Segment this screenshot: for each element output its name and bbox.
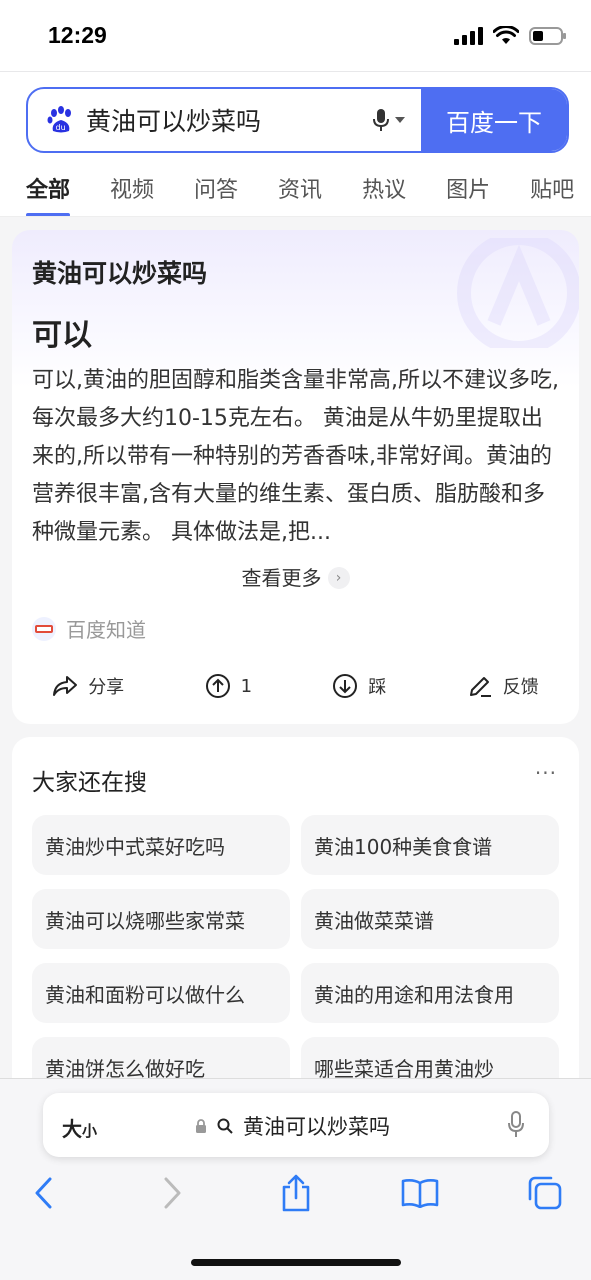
ai-answer-body: 可以,黄油的胆固醇和脂类含量非常高,所以不建议多吃,每次最多大约10-15克左右… bbox=[32, 368, 559, 545]
browser-nav bbox=[0, 1173, 591, 1223]
share-label: 分享 bbox=[88, 677, 125, 698]
ai-question: 黄油可以炒菜吗 bbox=[32, 259, 208, 288]
downvote-label: 踩 bbox=[368, 677, 387, 698]
text-size-small: 小 bbox=[82, 1122, 98, 1140]
share-button[interactable]: 分享 bbox=[52, 673, 124, 699]
feedback-button[interactable]: 反馈 bbox=[467, 673, 539, 699]
downvote-button[interactable]: 踩 bbox=[332, 673, 386, 699]
feedback-label: 反馈 bbox=[502, 677, 539, 698]
status-bar: 12:29 bbox=[0, 0, 591, 72]
address-text: 黄油可以炒菜吗 bbox=[243, 1115, 390, 1139]
tab-video[interactable]: 视频 bbox=[110, 168, 154, 216]
battery-icon bbox=[529, 27, 566, 45]
book-icon bbox=[401, 1179, 439, 1208]
status-icons bbox=[454, 26, 566, 46]
browser-toolbar: 大小 黄油可以炒菜吗 bbox=[0, 1078, 591, 1280]
tab-all[interactable]: 全部 bbox=[26, 168, 71, 216]
related-search-item[interactable]: 黄油炒中式菜好吃吗 bbox=[32, 815, 290, 875]
share-icon bbox=[282, 1174, 310, 1212]
arrow-up-circle-icon bbox=[205, 674, 230, 698]
related-search-item[interactable]: 黄油和面粉可以做什么 bbox=[32, 963, 290, 1023]
related-search-item[interactable]: 黄油的用途和用法食用 bbox=[301, 963, 559, 1023]
related-search-item[interactable]: 黄油做菜菜谱 bbox=[301, 889, 559, 949]
see-more-label: 查看更多 bbox=[241, 566, 322, 590]
baidu-zhidao-logo-icon bbox=[32, 616, 56, 641]
chevron-down-icon bbox=[395, 117, 405, 123]
tab-tieba[interactable]: 贴吧 bbox=[530, 168, 574, 216]
answer-actions: 分享 1 踩 反馈 bbox=[12, 666, 579, 706]
related-search-item[interactable]: 黄油可以烧哪些家常菜 bbox=[32, 889, 290, 949]
upvote-count: 1 bbox=[240, 675, 253, 697]
related-searches-title: 大家还在搜 bbox=[32, 770, 147, 796]
chevron-left-icon bbox=[35, 1177, 52, 1209]
ai-short-answer: 可以 bbox=[32, 318, 92, 353]
more-options-icon[interactable]: ··· bbox=[535, 761, 557, 785]
ai-watermark-icon bbox=[457, 238, 579, 348]
tabs-icon bbox=[528, 1176, 562, 1210]
baidu-paw-icon: du bbox=[47, 106, 71, 133]
result-tabs: 全部 视频 问答 资讯 热议 图片 贴吧 bbox=[0, 168, 591, 216]
search-button[interactable]: 百度一下 bbox=[421, 89, 567, 151]
ai-answer-card: 黄油可以炒菜吗 可以 可以,黄油的胆固醇和脂类含量非常高,所以不建议多吃,每次最… bbox=[12, 230, 579, 724]
lock-icon bbox=[196, 1118, 206, 1133]
share-button[interactable] bbox=[276, 1173, 316, 1213]
related-searches-card: 大家还在搜 ··· 黄油炒中式菜好吃吗 黄油100种美食食谱 黄油可以烧哪些家常… bbox=[12, 737, 579, 1137]
microphone-icon[interactable] bbox=[507, 1111, 525, 1139]
back-button[interactable] bbox=[24, 1173, 64, 1213]
tab-hot[interactable]: 热议 bbox=[362, 168, 406, 216]
bookmarks-button[interactable] bbox=[400, 1173, 440, 1213]
tabs-button[interactable] bbox=[525, 1173, 565, 1213]
search-input[interactable]: 黄油可以炒菜吗 bbox=[86, 102, 373, 138]
arrow-down-circle-icon bbox=[333, 674, 358, 698]
source-name: 百度知道 bbox=[66, 618, 146, 642]
search-box[interactable]: du 黄油可以炒菜吗 百度一下 bbox=[26, 87, 569, 153]
search-header: du 黄油可以炒菜吗 百度一下 全部 视频 问答 资讯 热议 图片 贴吧 bbox=[0, 72, 591, 217]
tab-images[interactable]: 图片 bbox=[446, 168, 490, 216]
voice-search-button[interactable] bbox=[373, 108, 405, 132]
text-size-big: 大 bbox=[62, 1117, 82, 1141]
related-search-item[interactable]: 黄油100种美食食谱 bbox=[301, 815, 559, 875]
tab-news[interactable]: 资讯 bbox=[278, 168, 322, 216]
status-time: 12:29 bbox=[48, 22, 107, 48]
answer-source[interactable]: 百度知道 bbox=[32, 614, 146, 643]
chevron-right-icon bbox=[164, 1177, 181, 1209]
cellular-signal-icon bbox=[454, 27, 483, 45]
share-icon bbox=[53, 676, 78, 696]
address-content: 黄油可以炒菜吗 bbox=[195, 1111, 390, 1141]
address-bar[interactable]: 大小 黄油可以炒菜吗 bbox=[43, 1093, 549, 1157]
microphone-icon bbox=[373, 109, 389, 131]
tab-qa[interactable]: 问答 bbox=[194, 168, 238, 216]
pencil-icon bbox=[469, 677, 491, 697]
see-more-link[interactable]: 查看更多 › bbox=[12, 562, 579, 591]
home-indicator bbox=[191, 1259, 401, 1266]
related-searches-grid: 黄油炒中式菜好吃吗 黄油100种美食食谱 黄油可以烧哪些家常菜 黄油做菜菜谱 黄… bbox=[32, 815, 559, 1097]
svg-text:du: du bbox=[56, 123, 66, 132]
search-icon bbox=[217, 1118, 233, 1134]
wifi-icon bbox=[493, 26, 519, 44]
chevron-right-icon: › bbox=[327, 566, 350, 589]
forward-button[interactable] bbox=[152, 1173, 192, 1213]
upvote-button[interactable]: 1 bbox=[205, 673, 252, 699]
text-size-button[interactable]: 大小 bbox=[62, 1113, 97, 1142]
